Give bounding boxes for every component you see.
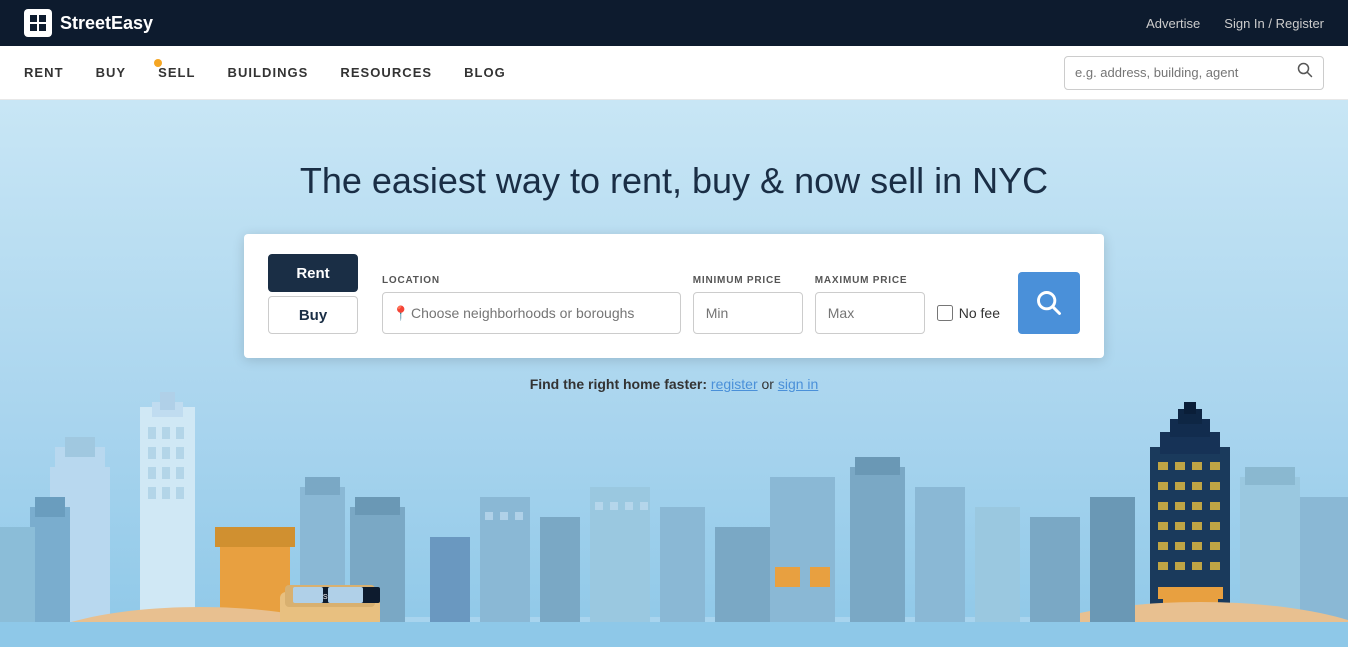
- main-navigation: RENT BUY SELL BUILDINGS RESOURCES BLOG: [0, 46, 1348, 100]
- logo-text: StreetEasy: [60, 13, 153, 34]
- signin-link-hint[interactable]: sign in: [778, 376, 818, 392]
- tab-rent[interactable]: Rent: [268, 254, 358, 292]
- or-text: or: [762, 376, 774, 392]
- global-search-bar[interactable]: [1064, 56, 1324, 90]
- no-fee-group: No fee: [937, 292, 1000, 334]
- location-input-wrap: 📍: [382, 292, 681, 334]
- advertise-link[interactable]: Advertise: [1146, 16, 1200, 31]
- top-nav-links: Advertise Sign In / Register: [1146, 16, 1324, 31]
- search-submit-icon: [1035, 289, 1063, 317]
- min-price-field-group: MINIMUM PRICE: [693, 275, 803, 334]
- search-box: Rent Buy LOCATION 📍 MINIMUM PRICE MAXIMU…: [244, 234, 1104, 358]
- location-field-group: LOCATION 📍: [382, 275, 681, 334]
- hero-title: The easiest way to rent, buy & now sell …: [300, 160, 1048, 202]
- global-search-button[interactable]: [1297, 62, 1313, 83]
- top-navigation: StreetEasy Advertise Sign In / Register: [0, 0, 1348, 46]
- city-illustration: StreetEasy: [0, 387, 1348, 647]
- logo-icon: [24, 9, 52, 37]
- signin-register-link[interactable]: Sign In / Register: [1224, 16, 1324, 31]
- no-fee-checkbox[interactable]: [937, 305, 953, 321]
- location-pin-icon: 📍: [392, 305, 409, 322]
- register-hint: Find the right home faster: register or …: [530, 376, 819, 392]
- search-submit-button[interactable]: [1018, 272, 1080, 334]
- min-price-input[interactable]: [693, 292, 803, 334]
- max-price-label: MAXIMUM PRICE: [815, 275, 925, 286]
- register-link[interactable]: register: [711, 376, 758, 392]
- tab-buy[interactable]: Buy: [268, 296, 358, 334]
- nav-sell[interactable]: SELL: [158, 65, 195, 80]
- nav-buy[interactable]: BUY: [96, 65, 127, 80]
- max-price-field-group: MAXIMUM PRICE: [815, 275, 925, 334]
- main-nav-links: RENT BUY SELL BUILDINGS RESOURCES BLOG: [24, 65, 506, 80]
- global-search-input[interactable]: [1075, 65, 1297, 80]
- location-input[interactable]: [382, 292, 681, 334]
- nav-resources[interactable]: RESOURCES: [340, 65, 432, 80]
- min-price-label: MINIMUM PRICE: [693, 275, 803, 286]
- search-row: Rent Buy LOCATION 📍 MINIMUM PRICE MAXIMU…: [268, 254, 1080, 334]
- nav-buildings[interactable]: BUILDINGS: [228, 65, 309, 80]
- search-tabs: Rent Buy: [268, 254, 358, 334]
- location-label: LOCATION: [382, 275, 681, 286]
- nav-blog[interactable]: BLOG: [464, 65, 506, 80]
- max-price-input[interactable]: [815, 292, 925, 334]
- register-hint-text: Find the right home faster:: [530, 376, 707, 392]
- nav-rent[interactable]: RENT: [24, 65, 64, 80]
- hero-section: The easiest way to rent, buy & now sell …: [0, 100, 1348, 647]
- logo[interactable]: StreetEasy: [24, 9, 153, 37]
- no-fee-label[interactable]: No fee: [959, 305, 1000, 321]
